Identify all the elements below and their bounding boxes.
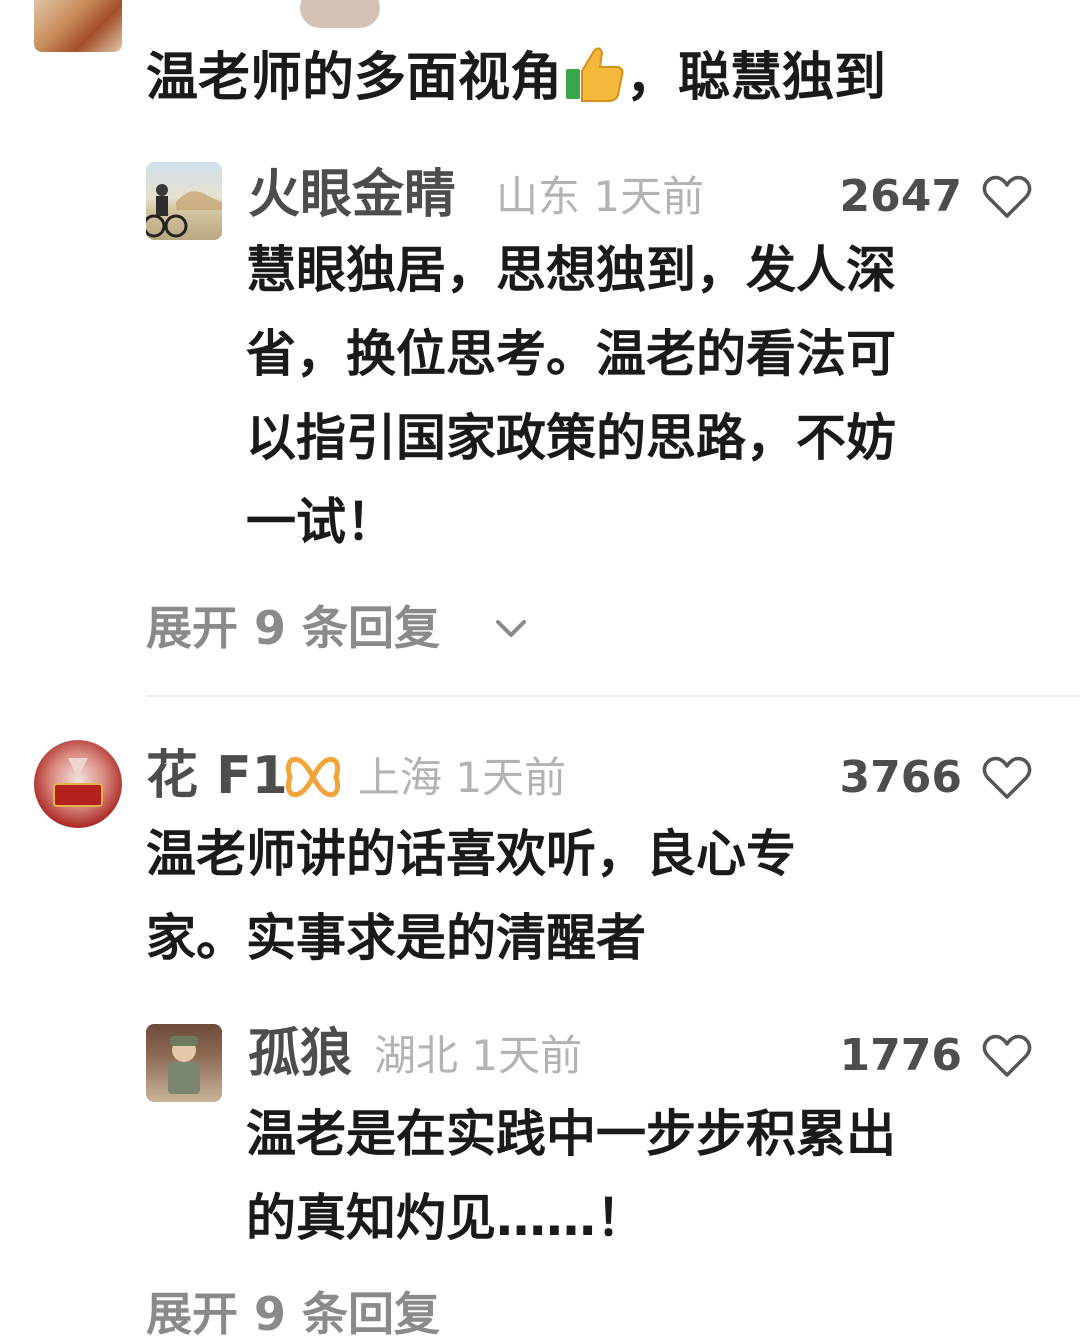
partial-username [300, 0, 380, 28]
reply-text-gulang: 温老是在实践中一步步积累出 的真知灼见……！ [246, 1105, 896, 1247]
chevron-down-icon[interactable] [494, 618, 528, 640]
comment-location-time: 上海 1天前 [358, 753, 567, 802]
like-count: 1776 [839, 1030, 962, 1081]
heart-icon[interactable] [982, 1034, 1032, 1078]
reply-username[interactable]: 孤狼 [248, 1024, 352, 1084]
comment-text-hua: 温老师讲的话喜欢听，良心专 家。实事求是的清醒者 [146, 825, 796, 967]
avatar-top-comment[interactable] [34, 0, 122, 52]
expand-replies-button[interactable]: 展开 9 条回复 [146, 1284, 440, 1344]
thumbs-up-icon [562, 43, 626, 103]
reply-username[interactable]: 火眼金睛 [248, 165, 456, 225]
reply-text-huoyan: 慧眼独居，思想独到，发人深 省，换位思考。温老的看法可 以指引国家政策的思路，不… [246, 241, 896, 551]
avatar-reply-gulang[interactable] [146, 1024, 222, 1102]
comment-meta-hua: 花 F1 上海 1天前 3766 [146, 746, 1038, 816]
reply-meta-huoyan: 火眼金睛 山东 1天前 2647 [248, 165, 1038, 235]
avatar-reply-huoyan[interactable] [146, 162, 222, 240]
reply-location-time: 湖北 1天前 [374, 1031, 583, 1080]
bow-badge-icon [284, 752, 342, 802]
comment-username[interactable]: 花 F1 [146, 746, 288, 806]
avatar-comment-hua[interactable] [34, 740, 122, 828]
reply-meta-gulang: 孤狼 湖北 1天前 1776 [248, 1024, 1038, 1094]
heart-icon[interactable] [982, 175, 1032, 219]
comment-text-top: 温老师的多面视角 ，聪慧独到 [146, 36, 886, 120]
divider [146, 695, 1080, 697]
heart-icon[interactable] [982, 756, 1032, 800]
like-count: 2647 [839, 171, 962, 222]
like-count: 3766 [839, 752, 962, 803]
expand-replies-button[interactable]: 展开 9 条回复 [146, 598, 440, 658]
reply-location-time: 山东 1天前 [496, 172, 705, 221]
